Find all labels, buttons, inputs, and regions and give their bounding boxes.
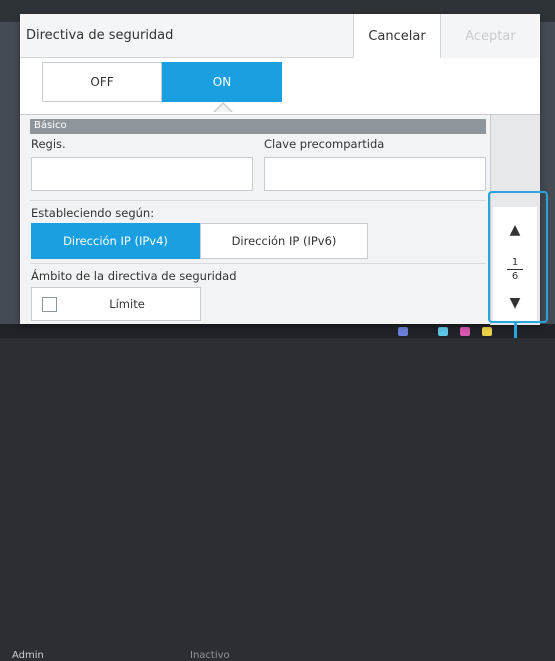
established-by-label: Estableciendo según: bbox=[31, 206, 155, 220]
checkbox-icon[interactable] bbox=[42, 297, 57, 312]
regis-field[interactable] bbox=[31, 157, 253, 191]
highlight-callout-line bbox=[514, 322, 517, 338]
background-left-edge bbox=[0, 22, 20, 324]
ipv4-option-button[interactable]: Dirección IP (IPv4) bbox=[31, 223, 200, 259]
section-header-basic: Básico bbox=[30, 119, 486, 134]
accept-button[interactable]: Aceptar bbox=[441, 14, 540, 58]
divider bbox=[30, 200, 486, 201]
status-indicator-icon bbox=[398, 327, 408, 336]
toggle-off-button[interactable]: OFF bbox=[42, 62, 162, 102]
settings-list: Básico Regis. Clave precompartida Establ… bbox=[20, 115, 490, 325]
dialog-header: Directiva de seguridad Cancelar Aceptar bbox=[20, 14, 540, 58]
preshared-key-field[interactable] bbox=[264, 157, 486, 191]
limit-toggle-button[interactable]: Límite bbox=[31, 287, 201, 321]
preshared-key-label: Clave precompartida bbox=[264, 137, 385, 151]
status-bar: Admin Inactivo bbox=[0, 324, 555, 661]
policy-scope-label: Ámbito de la directiva de seguridad bbox=[31, 269, 237, 283]
regis-label: Regis. bbox=[31, 137, 66, 151]
on-off-toggle: OFF ON bbox=[20, 58, 540, 114]
divider bbox=[30, 263, 486, 264]
security-policy-dialog: Directiva de seguridad Cancelar Aceptar … bbox=[20, 14, 540, 325]
magenta-ink-icon bbox=[460, 327, 470, 336]
pager-highlight-frame bbox=[488, 191, 548, 323]
dialog-title: Directiva de seguridad bbox=[26, 28, 174, 43]
settings-panel: Básico Regis. Clave precompartida Establ… bbox=[20, 114, 540, 325]
status-label: Inactivo bbox=[190, 650, 230, 661]
ipv6-option-button[interactable]: Dirección IP (IPv6) bbox=[200, 223, 368, 259]
section-header-label: Básico bbox=[34, 120, 67, 131]
yellow-ink-icon bbox=[482, 327, 492, 336]
cancel-button[interactable]: Cancelar bbox=[353, 14, 441, 58]
user-label: Admin bbox=[12, 650, 44, 661]
cyan-ink-icon bbox=[438, 327, 448, 336]
toggle-on-button[interactable]: ON bbox=[162, 62, 282, 102]
limit-label: Límite bbox=[109, 297, 145, 311]
selection-pointer-fill bbox=[215, 104, 231, 112]
